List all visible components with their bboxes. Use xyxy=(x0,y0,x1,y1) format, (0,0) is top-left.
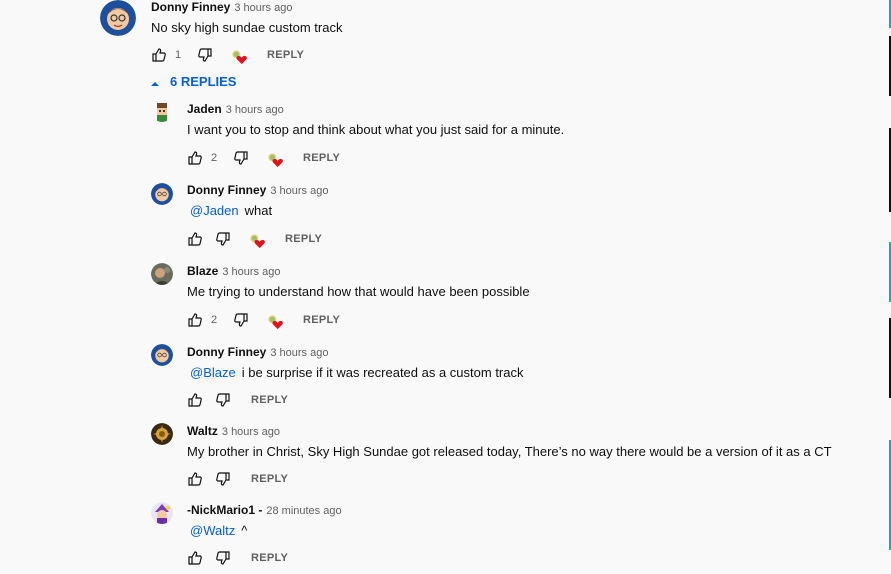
reply-button[interactable]: REPLY xyxy=(285,233,322,245)
reply-text: @Blaze i be surprise if it was recreated … xyxy=(190,365,524,380)
like-icon[interactable] xyxy=(187,231,203,247)
reply-time[interactable]: 3 hours ago xyxy=(222,426,280,438)
replies-count-label[interactable]: 6 REPLIES xyxy=(170,74,236,89)
reply-time[interactable]: 28 minutes ago xyxy=(266,505,341,517)
dislike-icon[interactable] xyxy=(215,231,231,247)
like-icon[interactable] xyxy=(187,150,203,166)
like-count: 2 xyxy=(211,152,218,164)
like-icon[interactable] xyxy=(187,471,203,487)
dislike-icon[interactable] xyxy=(233,312,249,328)
like-icon[interactable] xyxy=(187,550,203,566)
like-count: 1 xyxy=(175,49,182,61)
reply-actions: REPLY xyxy=(187,229,322,249)
dislike-icon[interactable] xyxy=(215,550,231,566)
like-count: 2 xyxy=(211,314,218,326)
reply-author[interactable]: -NickMario1 -28 minutes ago xyxy=(187,503,342,517)
reply-actions: REPLY xyxy=(187,390,288,410)
reply-button[interactable]: REPLY xyxy=(303,314,340,326)
comment-actions: 1 REPLY xyxy=(151,45,304,65)
creator-heart-icon xyxy=(249,233,267,251)
avatar-nickmario1[interactable] xyxy=(151,502,173,524)
creator-heart-icon xyxy=(231,49,249,67)
reply-author[interactable]: Jaden 3 hours ago xyxy=(187,102,284,116)
reply-author[interactable]: Donny Finney 3 hours ago xyxy=(187,183,328,197)
reply-button[interactable]: REPLY xyxy=(251,552,288,564)
dislike-icon[interactable] xyxy=(215,392,231,408)
mention-link[interactable]: @Waltz xyxy=(190,523,235,538)
avatar-waltz[interactable] xyxy=(151,423,173,445)
reply-actions: 2 REPLY xyxy=(187,148,340,168)
like-icon[interactable] xyxy=(187,392,203,408)
reply-actions: 2 REPLY xyxy=(187,310,340,330)
mention-link[interactable]: @Jaden xyxy=(190,203,239,218)
reply-button[interactable]: REPLY xyxy=(251,394,288,406)
reply-time[interactable]: 3 hours ago xyxy=(222,266,280,278)
reply-text: Me trying to understand how that would h… xyxy=(187,284,530,299)
comment-author[interactable]: Donny Finney 3 hours ago xyxy=(151,0,292,14)
like-icon[interactable] xyxy=(187,312,203,328)
avatar-donny-finney[interactable] xyxy=(151,344,173,366)
reply-text: I want you to stop and think about what … xyxy=(187,122,565,137)
reply-button[interactable]: REPLY xyxy=(303,152,340,164)
mention-link[interactable]: @Blaze xyxy=(190,365,236,380)
caret-up-icon xyxy=(150,77,160,87)
creator-heart-icon xyxy=(267,152,285,170)
dislike-icon[interactable] xyxy=(215,471,231,487)
reply-author[interactable]: Blaze 3 hours ago xyxy=(187,264,280,278)
hide-replies-button[interactable]: 6 REPLIES xyxy=(150,74,236,89)
reply-author[interactable]: Waltz 3 hours ago xyxy=(187,424,280,438)
reply-text: My brother in Christ, Sky High Sundae go… xyxy=(187,444,832,459)
reply-time[interactable]: 3 hours ago xyxy=(270,185,328,197)
reply-text: @Jaden what xyxy=(190,203,273,218)
reply-time[interactable]: 3 hours ago xyxy=(226,104,284,116)
avatar-blaze[interactable] xyxy=(151,263,173,285)
reply-time[interactable]: 3 hours ago xyxy=(270,347,328,359)
avatar-donny-finney[interactable] xyxy=(100,0,136,36)
reply-author[interactable]: Donny Finney 3 hours ago xyxy=(187,345,328,359)
dislike-icon[interactable] xyxy=(197,47,213,63)
avatar-donny-finney[interactable] xyxy=(151,183,173,205)
reply-button[interactable]: REPLY xyxy=(251,473,288,485)
creator-heart-icon xyxy=(267,314,285,332)
reply-button[interactable]: REPLY xyxy=(267,49,304,61)
avatar-jaden[interactable] xyxy=(151,100,173,122)
reply-actions: REPLY xyxy=(187,469,288,489)
reply-actions: REPLY xyxy=(187,548,288,568)
reply-text: @Waltz ^ xyxy=(190,523,248,538)
comment-time[interactable]: 3 hours ago xyxy=(234,2,292,14)
dislike-icon[interactable] xyxy=(233,150,249,166)
comment-text: No sky high sundae custom track xyxy=(151,20,343,35)
like-icon[interactable] xyxy=(151,47,167,63)
